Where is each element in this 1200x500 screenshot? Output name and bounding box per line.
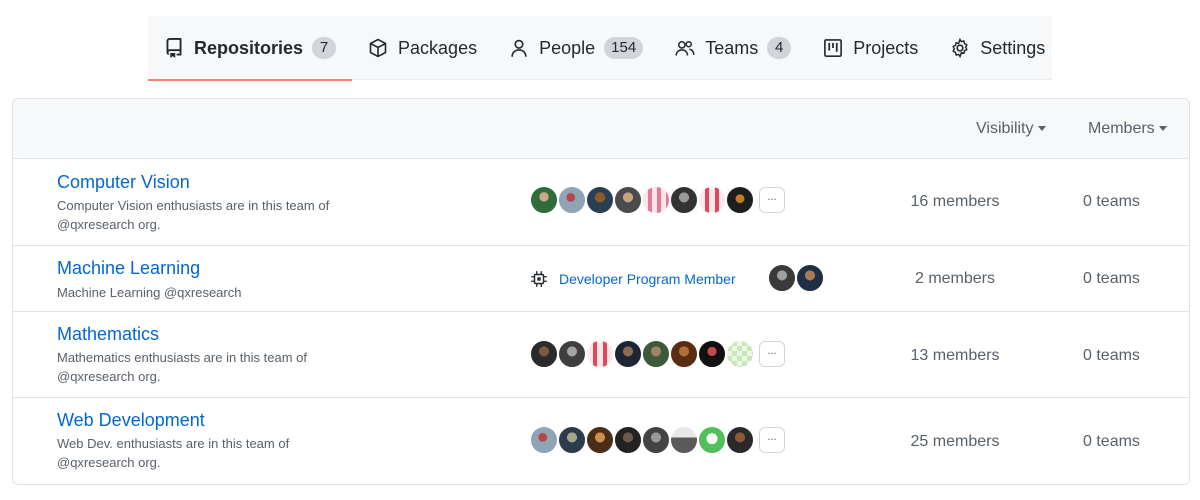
developer-program-label: Developer Program Member: [559, 271, 736, 287]
member-count: 2 members: [914, 270, 996, 287]
team-name-link[interactable]: Computer Vision: [57, 172, 190, 193]
tab-label: Teams: [705, 37, 759, 58]
avatar[interactable]: [613, 425, 643, 455]
avatar[interactable]: [585, 339, 615, 369]
avatar[interactable]: [669, 185, 699, 215]
team-description-line: Web Dev. enthusiasts are in this team of: [57, 436, 290, 451]
cpu-icon: [531, 271, 547, 287]
team-description-line: Computer Vision enthusiasts are in this …: [57, 198, 330, 213]
members-filter-button[interactable]: Members: [1088, 120, 1167, 138]
tab-label: Repositories: [194, 37, 304, 58]
more-members-button[interactable]: ...: [759, 341, 785, 367]
avatar[interactable]: [557, 425, 587, 455]
avatar[interactable]: [557, 339, 587, 369]
org-nav: Repositories 7 Packages People 154 Teams…: [148, 16, 1052, 81]
avatar[interactable]: [725, 339, 755, 369]
child-teams-count: 0 teams: [1083, 193, 1140, 210]
avatar[interactable]: [669, 339, 699, 369]
member-avatars: ...: [529, 425, 785, 455]
teams-counter: 4: [767, 37, 792, 59]
avatar[interactable]: [585, 425, 615, 455]
gear-icon: [950, 38, 970, 58]
tab-projects[interactable]: Projects: [807, 16, 934, 80]
visibility-filter-label: Visibility: [976, 120, 1034, 137]
team-description: Web Dev. enthusiasts are in this team of…: [57, 434, 387, 472]
teams-list: Visibility Members Computer Vision Compu…: [12, 98, 1190, 485]
repositories-counter: 7: [312, 37, 337, 59]
avatar[interactable]: [585, 185, 615, 215]
team-description-line: Mathematics enthusiasts are in this team…: [57, 350, 308, 365]
member-avatars: ...: [529, 185, 785, 215]
avatar[interactable]: [613, 185, 643, 215]
repo-icon: [164, 38, 184, 58]
avatar[interactable]: [641, 185, 671, 215]
avatar[interactable]: [529, 185, 559, 215]
avatar[interactable]: [697, 425, 727, 455]
team-description: Machine Learning @qxresearch: [57, 283, 387, 302]
team-row: Machine Learning Machine Learning @qxres…: [13, 246, 1189, 312]
team-description-line: @qxresearch org.: [57, 369, 161, 384]
tab-label: Packages: [398, 37, 478, 58]
team-name-link[interactable]: Mathematics: [57, 324, 159, 345]
tab-teams[interactable]: Teams 4: [659, 16, 807, 80]
team-row: Mathematics Mathematics enthusiasts are …: [13, 312, 1189, 398]
team-description: Computer Vision enthusiasts are in this …: [57, 196, 387, 234]
people-counter: 154: [604, 37, 644, 59]
member-count: 13 members: [910, 347, 1000, 364]
package-icon: [368, 38, 388, 58]
tab-label: Settings: [980, 37, 1046, 58]
members-filter-label: Members: [1088, 120, 1155, 137]
team-description-line: Machine Learning @qxresearch: [57, 285, 242, 300]
team-description-line: @qxresearch org.: [57, 217, 161, 232]
team-row: Web Development Web Dev. enthusiasts are…: [13, 398, 1189, 484]
avatar[interactable]: [697, 339, 727, 369]
avatar[interactable]: [725, 425, 755, 455]
avatar[interactable]: [725, 185, 755, 215]
avatar[interactable]: [669, 425, 699, 455]
avatar[interactable]: [795, 263, 825, 293]
member-avatars: ...: [529, 339, 785, 369]
tab-settings[interactable]: Settings: [934, 16, 1061, 80]
child-teams-count: 0 teams: [1083, 433, 1140, 450]
avatar[interactable]: [529, 339, 559, 369]
team-row: Computer Vision Computer Vision enthusia…: [13, 159, 1189, 246]
team-name-link[interactable]: Web Development: [57, 410, 205, 431]
more-members-button[interactable]: ...: [759, 427, 785, 453]
member-avatars: [767, 263, 825, 293]
child-teams-count: 0 teams: [1083, 270, 1140, 287]
child-teams-count: 0 teams: [1083, 347, 1140, 364]
member-count: 16 members: [910, 193, 1000, 210]
tab-label: People: [539, 37, 596, 58]
tab-label: Projects: [853, 37, 919, 58]
avatar[interactable]: [613, 339, 643, 369]
avatar[interactable]: [529, 425, 559, 455]
avatar[interactable]: [557, 185, 587, 215]
person-icon: [509, 38, 529, 58]
member-count: 25 members: [910, 433, 1000, 450]
developer-program-badge[interactable]: Developer Program Member: [530, 270, 736, 288]
tab-people[interactable]: People 154: [493, 16, 659, 80]
project-icon: [823, 38, 843, 58]
avatar[interactable]: [697, 185, 727, 215]
avatar[interactable]: [641, 339, 671, 369]
team-description: Mathematics enthusiasts are in this team…: [57, 348, 387, 386]
avatar[interactable]: [767, 263, 797, 293]
tab-packages[interactable]: Packages: [352, 16, 493, 80]
team-name-link[interactable]: Machine Learning: [57, 258, 200, 279]
caret-down-icon: [1037, 126, 1046, 132]
visibility-filter-button[interactable]: Visibility: [976, 120, 1046, 138]
team-description-line: @qxresearch org.: [57, 455, 161, 470]
tab-repositories[interactable]: Repositories 7: [148, 16, 353, 81]
teams-list-header: Visibility Members: [13, 99, 1189, 159]
more-members-button[interactable]: ...: [759, 187, 785, 213]
people-icon: [675, 38, 695, 58]
avatar[interactable]: [641, 425, 671, 455]
caret-down-icon: [1158, 126, 1167, 132]
